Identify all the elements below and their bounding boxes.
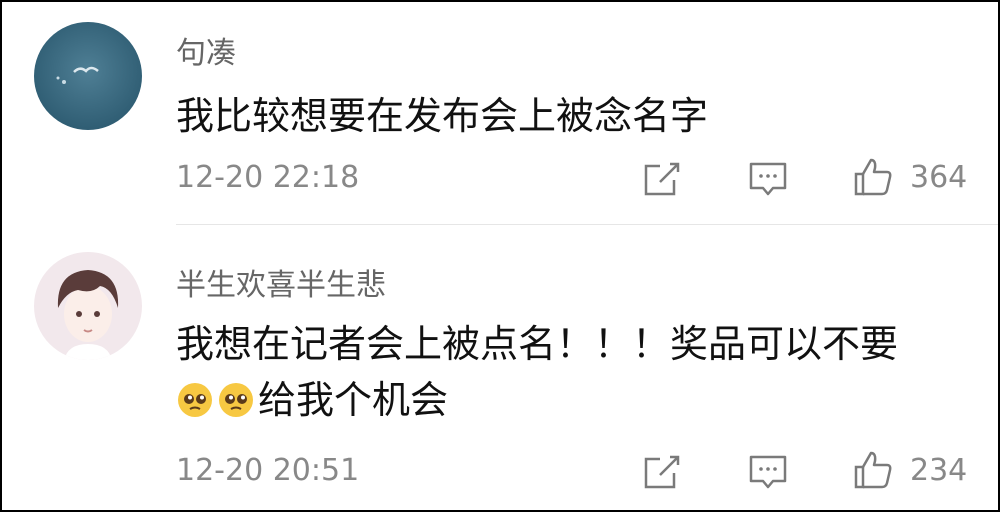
comment-text-tail: 给我个机会 (258, 378, 449, 422)
thumbs-up-icon[interactable] (852, 449, 894, 491)
share-icon[interactable] (640, 158, 682, 200)
share-icon[interactable] (640, 451, 682, 493)
comment-text-line-2: 给我个机会 (176, 372, 976, 428)
username[interactable]: 半生欢喜半生悲 (176, 260, 386, 304)
timestamp: 12-20 20:51 (176, 453, 360, 488)
pleading-face-icon (219, 383, 253, 417)
comment-item: 半生欢喜半生悲 我想在记者会上被点名！！！奖品可以不要 给我个机会 12-20 … (2, 228, 998, 510)
username[interactable]: 句凑 (176, 28, 236, 72)
comment-text: 我想在记者会上被点名！！！奖品可以不要 给我个机会 (176, 316, 976, 428)
comment-list: 句凑 我比较想要在发布会上被念名字 12-20 22:18 364 半生欢喜半生… (0, 0, 1000, 512)
comment-text: 我比较想要在发布会上被念名字 (176, 88, 976, 144)
avatar[interactable] (34, 22, 142, 130)
comment-text-line: 我比较想要在发布会上被念名字 (176, 94, 709, 138)
thumbs-up-icon[interactable] (852, 156, 894, 198)
comment-text-line: 我想在记者会上被点名！！！奖品可以不要 (176, 322, 899, 366)
like-count: 364 (910, 160, 968, 195)
sky-bird-avatar-icon (34, 22, 142, 130)
pleading-face-icon (178, 383, 212, 417)
anime-boy-avatar-icon (34, 252, 142, 360)
avatar[interactable] (34, 252, 142, 360)
like-count: 234 (910, 453, 968, 488)
comment-icon[interactable] (747, 158, 789, 200)
divider (176, 224, 998, 225)
comment-icon[interactable] (747, 451, 789, 493)
timestamp: 12-20 22:18 (176, 160, 360, 195)
comment-item: 句凑 我比较想要在发布会上被念名字 12-20 22:18 364 (2, 2, 998, 225)
